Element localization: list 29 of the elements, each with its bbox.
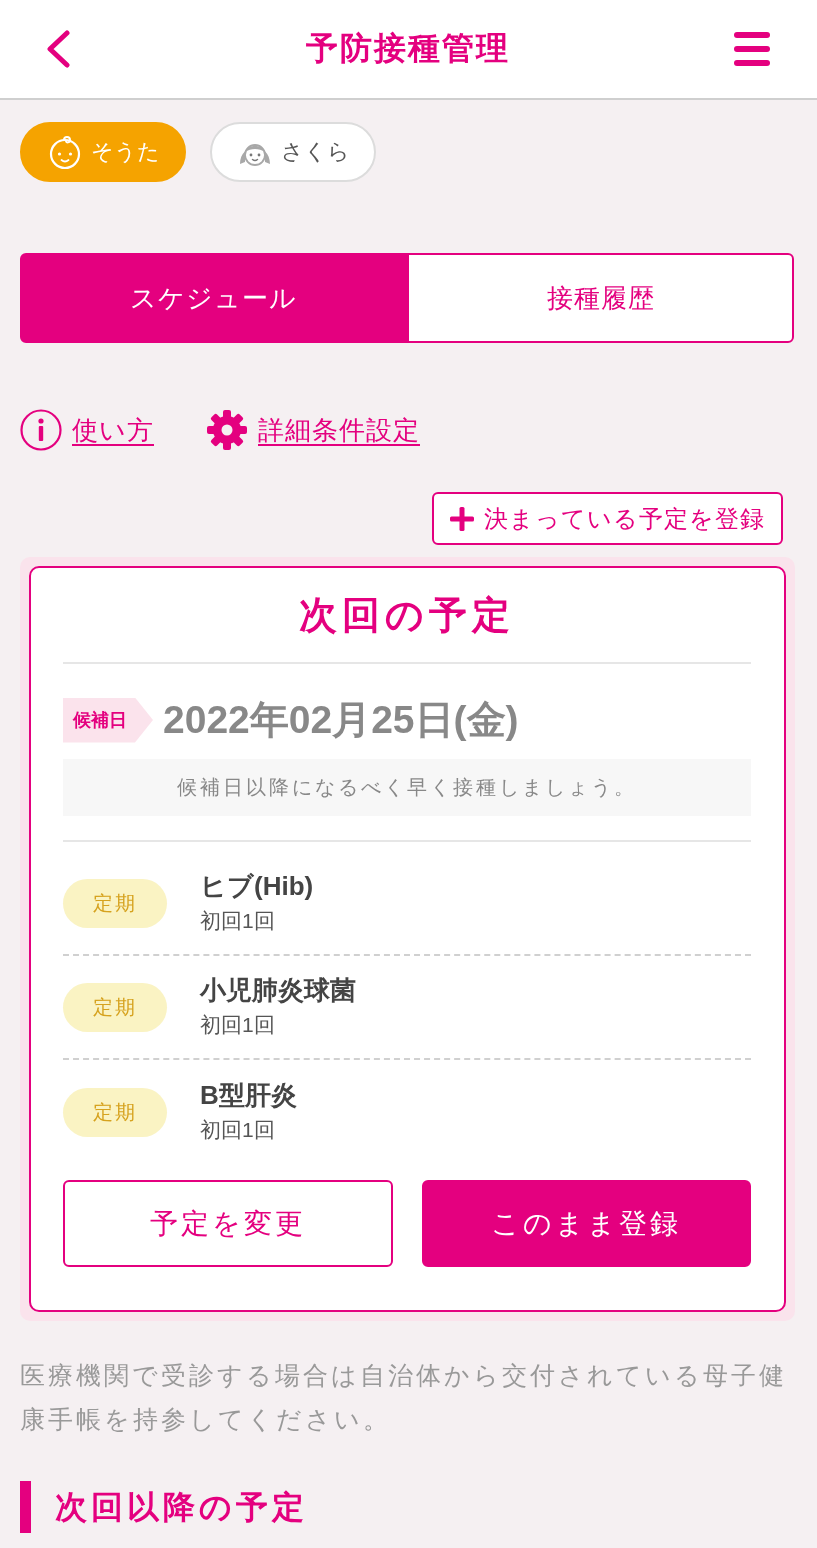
tab[interactable]: スケジュール <box>20 253 407 343</box>
child-selector[interactable]: さくら <box>210 122 376 182</box>
vaccine-dose: 初回1回 <box>200 1117 275 1143</box>
menu-icon[interactable] <box>734 32 770 66</box>
vaccine-type-badge: 定期 <box>63 878 167 928</box>
candidate-date: 2022年02月25日(金) <box>163 697 519 743</box>
vaccine-name: ヒブ(Hib) <box>200 870 314 903</box>
link[interactable]: 詳細条件設定 <box>258 412 420 448</box>
plus-icon <box>450 506 474 531</box>
link[interactable]: 使い方 <box>72 412 154 448</box>
vaccine-name: 小児肺炎球菌 <box>200 974 356 1007</box>
vaccine-type-badge: 定期 <box>63 982 167 1032</box>
card-title: 次回の予定 <box>298 593 516 638</box>
vaccine-name: B型肝炎 <box>200 1079 297 1112</box>
info-icon <box>20 409 62 451</box>
register-plan-button[interactable]: 決まっている予定を登録 <box>432 492 783 545</box>
settings-icon <box>206 409 248 451</box>
register-as-is-button[interactable]: このまま登録 <box>421 1180 751 1267</box>
section-heading: 次回以降の予定 <box>20 1481 308 1533</box>
vaccine-dose: 初回1回 <box>200 908 275 934</box>
tab[interactable]: 接種履歴 <box>407 253 794 343</box>
vaccine-type-badge: 定期 <box>63 1087 167 1137</box>
hint-message: 候補日以降になるべく早く接種しましょう。 <box>63 759 751 816</box>
page-title: 予防接種管理 <box>305 29 510 68</box>
change-plan-button[interactable]: 予定を変更 <box>63 1180 393 1267</box>
notice-text: 医療機関で受診する場合は自治体から交付されている母子健康手帳を持参してください。 <box>20 1360 787 1435</box>
back-icon[interactable] <box>45 30 71 68</box>
candidate-date-tag: 候補日 <box>63 697 153 743</box>
vaccine-dose: 初回1回 <box>200 1012 275 1038</box>
